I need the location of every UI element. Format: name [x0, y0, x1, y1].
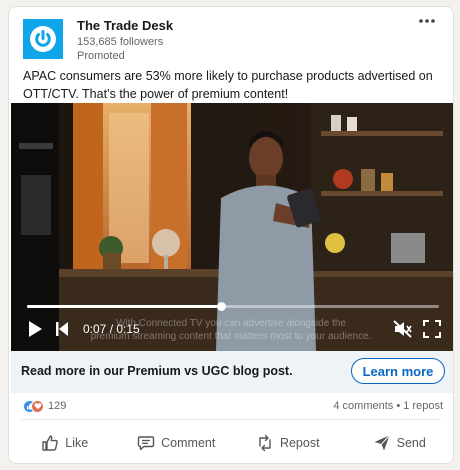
skip-back-button[interactable] [55, 319, 69, 339]
feed-post-card: The Trade Desk 153,685 followers Promote… [8, 6, 454, 464]
skip-back-icon [56, 322, 68, 336]
repost-icon [259, 434, 271, 452]
company-name[interactable]: The Trade Desk [77, 18, 173, 33]
learn-more-button[interactable]: Learn more [351, 358, 445, 384]
post-header: The Trade Desk 153,685 followers Promote… [21, 17, 441, 67]
video-progress-bar[interactable] [27, 302, 439, 311]
cta-text: Read more in our Premium vs UGC blog pos… [21, 364, 293, 378]
social-counts: 129 4 comments • 1 repost [23, 398, 443, 416]
more-options-button[interactable] [415, 13, 439, 33]
comments-reposts-count[interactable]: 4 comments • 1 repost [333, 400, 443, 412]
fullscreen-icon [423, 320, 441, 338]
comment-icon [137, 436, 155, 451]
post-body-text: APAC consumers are 53% more likely to pu… [23, 69, 433, 101]
reactions-summary[interactable]: 129 [23, 399, 66, 413]
play-button[interactable] [27, 319, 43, 339]
thumbs-up-icon [42, 435, 59, 451]
play-icon [29, 321, 42, 337]
video-player[interactable]: With Connected TV you can advertise alon… [11, 103, 453, 351]
progress-fill [27, 305, 221, 308]
send-button[interactable]: Send [344, 425, 454, 461]
divider [21, 419, 441, 420]
video-frame [11, 103, 453, 351]
post-action-bar: Like Comment Repost Send [9, 425, 454, 461]
more-horizontal-icon [419, 19, 435, 23]
mute-button[interactable] [393, 319, 413, 339]
video-time: 0:07 / 0:15 [83, 322, 140, 336]
repost-button[interactable]: Repost [232, 425, 344, 461]
repost-label: Repost [279, 436, 320, 450]
power-logo-icon [30, 26, 56, 52]
like-button[interactable]: Like [9, 425, 121, 461]
promoted-label: Promoted [77, 50, 125, 62]
like-label: Like [65, 436, 89, 450]
fullscreen-button[interactable] [423, 319, 441, 339]
progress-scrubber[interactable] [216, 302, 226, 311]
cta-banner: Read more in our Premium vs UGC blog pos… [11, 351, 453, 393]
send-label: Send [396, 436, 426, 450]
comment-label: Comment [161, 436, 216, 450]
reaction-count: 129 [48, 400, 67, 412]
company-logo[interactable] [23, 19, 63, 59]
love-reaction-icon [31, 399, 44, 413]
follower-count: 153,685 followers [77, 36, 164, 48]
send-icon [374, 435, 390, 451]
comment-button[interactable]: Comment [121, 425, 233, 461]
mute-icon [393, 320, 412, 338]
